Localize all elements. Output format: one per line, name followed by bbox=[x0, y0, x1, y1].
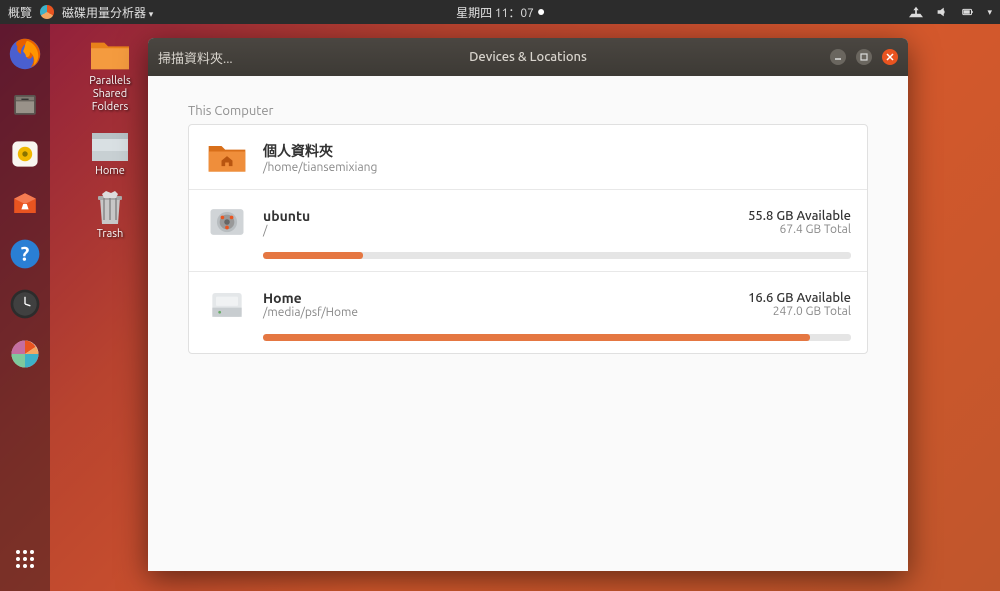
top-panel: 概覽 磁碟用量分析器 ▾ 星期四 11：07 ▾ bbox=[0, 0, 1000, 24]
locations-list: 個人資料夾 /home/tiansemixiang ubuntu / bbox=[188, 124, 868, 354]
titlebar[interactable]: 掃描資料夾... Devices & Locations bbox=[148, 38, 908, 76]
show-applications-icon[interactable] bbox=[5, 539, 45, 579]
software-center-icon[interactable] bbox=[5, 184, 45, 224]
activities-button[interactable]: 概覽 bbox=[8, 4, 32, 21]
usage-progress-bar bbox=[263, 252, 851, 259]
disk-usage-analyzer-icon[interactable] bbox=[5, 334, 45, 374]
volume-icon bbox=[935, 5, 949, 19]
app-indicator-icon bbox=[40, 5, 54, 19]
item-available: 16.6 GB Available bbox=[748, 291, 851, 305]
files-icon[interactable] bbox=[5, 84, 45, 124]
window-title: Devices & Locations bbox=[469, 50, 587, 64]
item-name: ubuntu bbox=[263, 208, 310, 224]
maximize-button[interactable] bbox=[856, 49, 872, 65]
app-menu-button[interactable]: 磁碟用量分析器 ▾ bbox=[62, 4, 153, 21]
location-item-external-home[interactable]: Home /media/psf/Home 16.6 GB Available 2… bbox=[189, 272, 867, 353]
desktop-icon-trash[interactable]: Trash bbox=[75, 188, 145, 241]
item-path: /home/tiansemixiang bbox=[263, 161, 377, 174]
network-icon bbox=[909, 5, 923, 19]
svg-text:?: ? bbox=[21, 242, 30, 264]
desktop-icon-home[interactable]: Home bbox=[75, 125, 145, 178]
disk-usage-window: 掃描資料夾... Devices & Locations This Comput… bbox=[148, 38, 908, 571]
location-item-home-folder[interactable]: 個人資料夾 /home/tiansemixiang bbox=[189, 125, 867, 190]
item-total: 67.4 GB Total bbox=[748, 223, 851, 236]
chevron-down-icon: ▾ bbox=[987, 7, 992, 18]
help-icon[interactable]: ? bbox=[5, 234, 45, 274]
rhythmbox-icon[interactable] bbox=[5, 134, 45, 174]
item-name: 個人資料夾 bbox=[263, 141, 377, 161]
item-name: Home bbox=[263, 290, 358, 306]
battery-icon bbox=[961, 5, 975, 19]
desktop-icon-parallels[interactable]: Parallels Shared Folders bbox=[75, 35, 145, 115]
location-item-ubuntu[interactable]: ubuntu / 55.8 GB Available 67.4 GB Total bbox=[189, 190, 867, 272]
firefox-icon[interactable] bbox=[5, 34, 45, 74]
desktop-icons: Parallels Shared Folders Home Trash bbox=[75, 35, 145, 241]
clock-app-icon[interactable] bbox=[5, 284, 45, 324]
launcher-dock: ? bbox=[0, 24, 50, 591]
notification-dot-icon bbox=[538, 9, 544, 15]
item-path: / bbox=[263, 224, 310, 237]
system-tray[interactable]: ▾ bbox=[909, 5, 1000, 19]
close-button[interactable] bbox=[882, 49, 898, 65]
usage-progress-bar bbox=[263, 334, 851, 341]
clock[interactable]: 星期四 11：07 bbox=[456, 4, 544, 21]
drive-external-icon bbox=[205, 284, 249, 324]
item-path: /media/psf/Home bbox=[263, 306, 358, 319]
item-available: 55.8 GB Available bbox=[748, 209, 851, 223]
drive-ubuntu-icon bbox=[205, 202, 249, 242]
minimize-button[interactable] bbox=[830, 49, 846, 65]
scan-folder-button[interactable]: 掃描資料夾... bbox=[158, 48, 233, 67]
home-folder-icon bbox=[205, 137, 249, 177]
item-total: 247.0 GB Total bbox=[748, 305, 851, 318]
section-label: This Computer bbox=[188, 104, 868, 118]
